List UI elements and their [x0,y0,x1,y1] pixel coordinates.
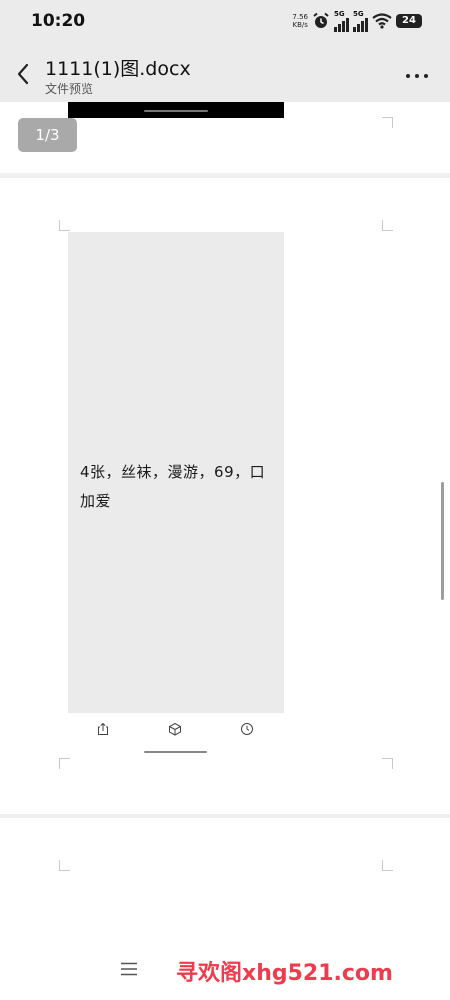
status-bar: 10:20 7.56 KB/s 5G 5G 24 [0,0,450,44]
more-button[interactable] [402,58,432,88]
menu-button[interactable] [120,960,138,978]
signal-label: 5G [353,9,364,18]
back-icon [17,63,29,85]
network-speed-unit: KB/s [292,21,308,29]
share-icon [98,722,108,735]
page-corner-mark [382,220,393,231]
wifi-icon [372,13,392,29]
embedded-image-edge [68,102,284,118]
page-corner-mark [59,220,70,231]
page-corner-mark [382,758,393,769]
alarm-icon [313,12,329,28]
document-subtitle: 文件预览 [45,82,94,96]
menu-icon [121,962,137,976]
page-corner-mark [59,860,70,871]
signal-icon: 5G [334,9,349,32]
document-page: 4张，丝袜，漫游，69，口 加爱 [0,178,450,814]
box-icon [169,722,181,736]
back-button[interactable] [8,58,40,90]
page-indicator: 1/3 [18,118,77,152]
network-speed-value: 7.56 [292,13,308,21]
signal-icon: 5G [353,9,368,32]
page-corner-mark [382,117,393,128]
embedded-toolbar [68,719,284,739]
signal-label: 5G [334,9,345,18]
page-corner-mark [382,860,393,871]
embedded-home-indicator [144,751,207,753]
clock-icon [241,723,253,735]
scrollbar-thumb[interactable] [441,482,444,600]
app-bar: 1111(1)图.docx 文件预览 [0,44,450,102]
embedded-image-text: 4张，丝袜，漫游，69，口 加爱 [80,463,266,510]
status-time: 10:20 [31,11,86,31]
embedded-image: 4张，丝袜，漫游，69，口 加爱 [68,232,284,713]
watermark: 寻欢阁xhg521.com [176,961,393,986]
page-corner-mark [59,758,70,769]
document-title: 1111(1)图.docx [45,58,191,80]
battery-icon: 24 [396,14,422,28]
network-speed: 7.56 KB/s [292,13,308,29]
status-icons: 7.56 KB/s 5G 5G 24 [292,10,422,32]
